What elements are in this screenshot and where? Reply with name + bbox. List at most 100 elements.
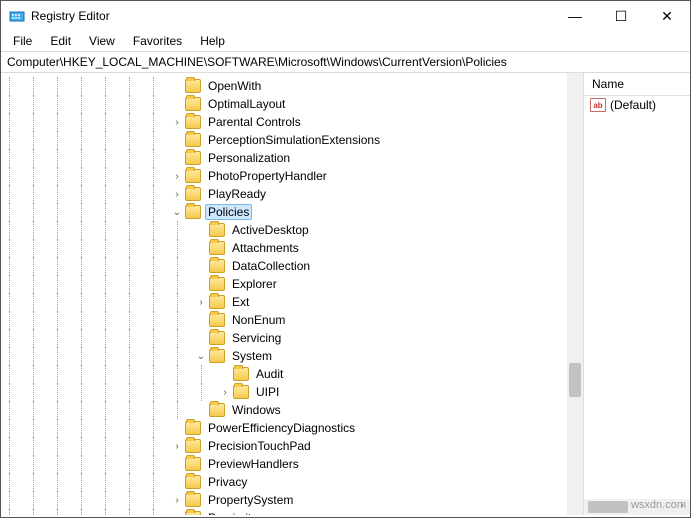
value-row-default[interactable]: ab (Default) [584, 96, 690, 114]
tree-item-label: PlayReady [205, 186, 269, 202]
chevron-right-icon[interactable]: › [169, 437, 185, 455]
tree-scrollbar-vertical[interactable] [567, 73, 583, 515]
tree-item[interactable]: ›Audit [1, 365, 583, 383]
tree-indent [153, 311, 169, 329]
tree-item[interactable]: › PlayReady [1, 185, 583, 203]
tree-item[interactable]: ›DataCollection [1, 257, 583, 275]
tree-indent [9, 203, 25, 221]
tree-indent [81, 365, 97, 383]
chevron-right-icon[interactable]: › [169, 167, 185, 185]
tree-indent [81, 95, 97, 113]
chevron-right-icon[interactable]: › [217, 383, 233, 401]
tree-indent [9, 131, 25, 149]
tree-indent [57, 149, 73, 167]
tree-indent [57, 383, 73, 401]
tree-indent [9, 257, 25, 275]
menu-view[interactable]: View [81, 32, 123, 50]
tree-indent [57, 95, 73, 113]
folder-icon [185, 151, 201, 165]
tree-item[interactable]: ›OptimalLayout [1, 95, 583, 113]
tree-indent [9, 95, 25, 113]
tree-indent [33, 167, 49, 185]
tree-item-label: Parental Controls [205, 114, 304, 130]
tree-indent [33, 491, 49, 509]
address-bar[interactable]: Computer\HKEY_LOCAL_MACHINE\SOFTWARE\Mic… [1, 51, 690, 73]
tree-indent [177, 365, 193, 383]
tree-item[interactable]: ›PerceptionSimulationExtensions [1, 131, 583, 149]
chevron-right-icon[interactable]: › [169, 185, 185, 203]
menu-file[interactable]: File [5, 32, 40, 50]
tree-indent [81, 401, 97, 419]
list-header-name[interactable]: Name [584, 73, 690, 96]
tree-item[interactable]: ›Windows [1, 401, 583, 419]
chevron-right-icon[interactable]: › [169, 491, 185, 509]
tree-item[interactable]: ›PowerEfficiencyDiagnostics [1, 419, 583, 437]
chevron-down-icon[interactable]: ⌄ [169, 203, 185, 221]
tree-item[interactable]: ›ActiveDesktop [1, 221, 583, 239]
tree-item[interactable]: ›Ext [1, 293, 583, 311]
tree-indent [129, 473, 145, 491]
tree-item[interactable]: ›PhotoPropertyHandler [1, 167, 583, 185]
tree-item[interactable]: › Privacy [1, 473, 583, 491]
chevron-right-icon: › [169, 95, 185, 113]
tree-indent [57, 167, 73, 185]
close-button[interactable]: ✕ [644, 1, 690, 31]
tree-indent [105, 311, 121, 329]
minimize-button[interactable]: — [552, 1, 598, 31]
tree-item[interactable]: › Parental Controls [1, 113, 583, 131]
tree-indent [129, 347, 145, 365]
tree-item[interactable]: ›Attachments [1, 239, 583, 257]
folder-icon [209, 331, 225, 345]
tree-indent [57, 221, 73, 239]
tree-indent [153, 275, 169, 293]
tree-item[interactable]: ⌄ Policies [1, 203, 583, 221]
chevron-right-icon: › [193, 275, 209, 293]
tree-indent [177, 347, 193, 365]
registry-tree[interactable]: ›OpenWith›OptimalLayout›Parental Control… [1, 77, 583, 515]
menu-favorites[interactable]: Favorites [125, 32, 190, 50]
tree-item[interactable]: ›NonEnum [1, 311, 583, 329]
menu-help[interactable]: Help [192, 32, 233, 50]
tree-indent [33, 203, 49, 221]
scrollbar-thumb[interactable] [588, 501, 628, 513]
tree-item[interactable]: ›OpenWith [1, 77, 583, 95]
tree-item[interactable]: ›PrecisionTouchPad [1, 437, 583, 455]
chevron-right-icon[interactable]: › [169, 113, 185, 131]
tree-indent [33, 437, 49, 455]
tree-item[interactable]: ›PreviewHandlers [1, 455, 583, 473]
tree-item[interactable]: ›UIPI [1, 383, 583, 401]
tree-indent [33, 239, 49, 257]
maximize-button[interactable]: ☐ [598, 1, 644, 31]
menu-edit[interactable]: Edit [42, 32, 79, 50]
tree-item-label: Attachments [229, 240, 302, 256]
tree-indent [81, 77, 97, 95]
tree-item[interactable]: ›Servicing [1, 329, 583, 347]
tree-item-label: Privacy [205, 474, 250, 490]
folder-icon [185, 421, 201, 435]
tree-indent [129, 365, 145, 383]
chevron-right-icon: › [169, 473, 185, 491]
scrollbar-thumb[interactable] [569, 363, 581, 397]
tree-indent [153, 131, 169, 149]
tree-item[interactable]: ⌄ System [1, 347, 583, 365]
tree-indent [9, 149, 25, 167]
tree-indent [57, 401, 73, 419]
tree-indent [9, 419, 25, 437]
folder-icon [185, 97, 201, 111]
chevron-right-icon[interactable]: › [193, 293, 209, 311]
tree-item-label: PropertySystem [205, 492, 296, 508]
tree-item-label: Policies [205, 204, 252, 220]
tree-indent [33, 113, 49, 131]
tree-item[interactable]: › PropertySystem [1, 491, 583, 509]
chevron-down-icon[interactable]: ⌄ [193, 347, 209, 365]
tree-indent [33, 77, 49, 95]
tree-item[interactable]: ›Personalization [1, 149, 583, 167]
tree-indent [129, 419, 145, 437]
tree-item-label: System [229, 348, 275, 364]
tree-item[interactable]: ›Proximity [1, 509, 583, 515]
tree-item[interactable]: ›Explorer [1, 275, 583, 293]
chevron-right-icon: › [169, 419, 185, 437]
value-list[interactable]: ab (Default) [584, 96, 690, 499]
folder-icon [209, 241, 225, 255]
tree-item-label: Proximity [205, 510, 260, 515]
